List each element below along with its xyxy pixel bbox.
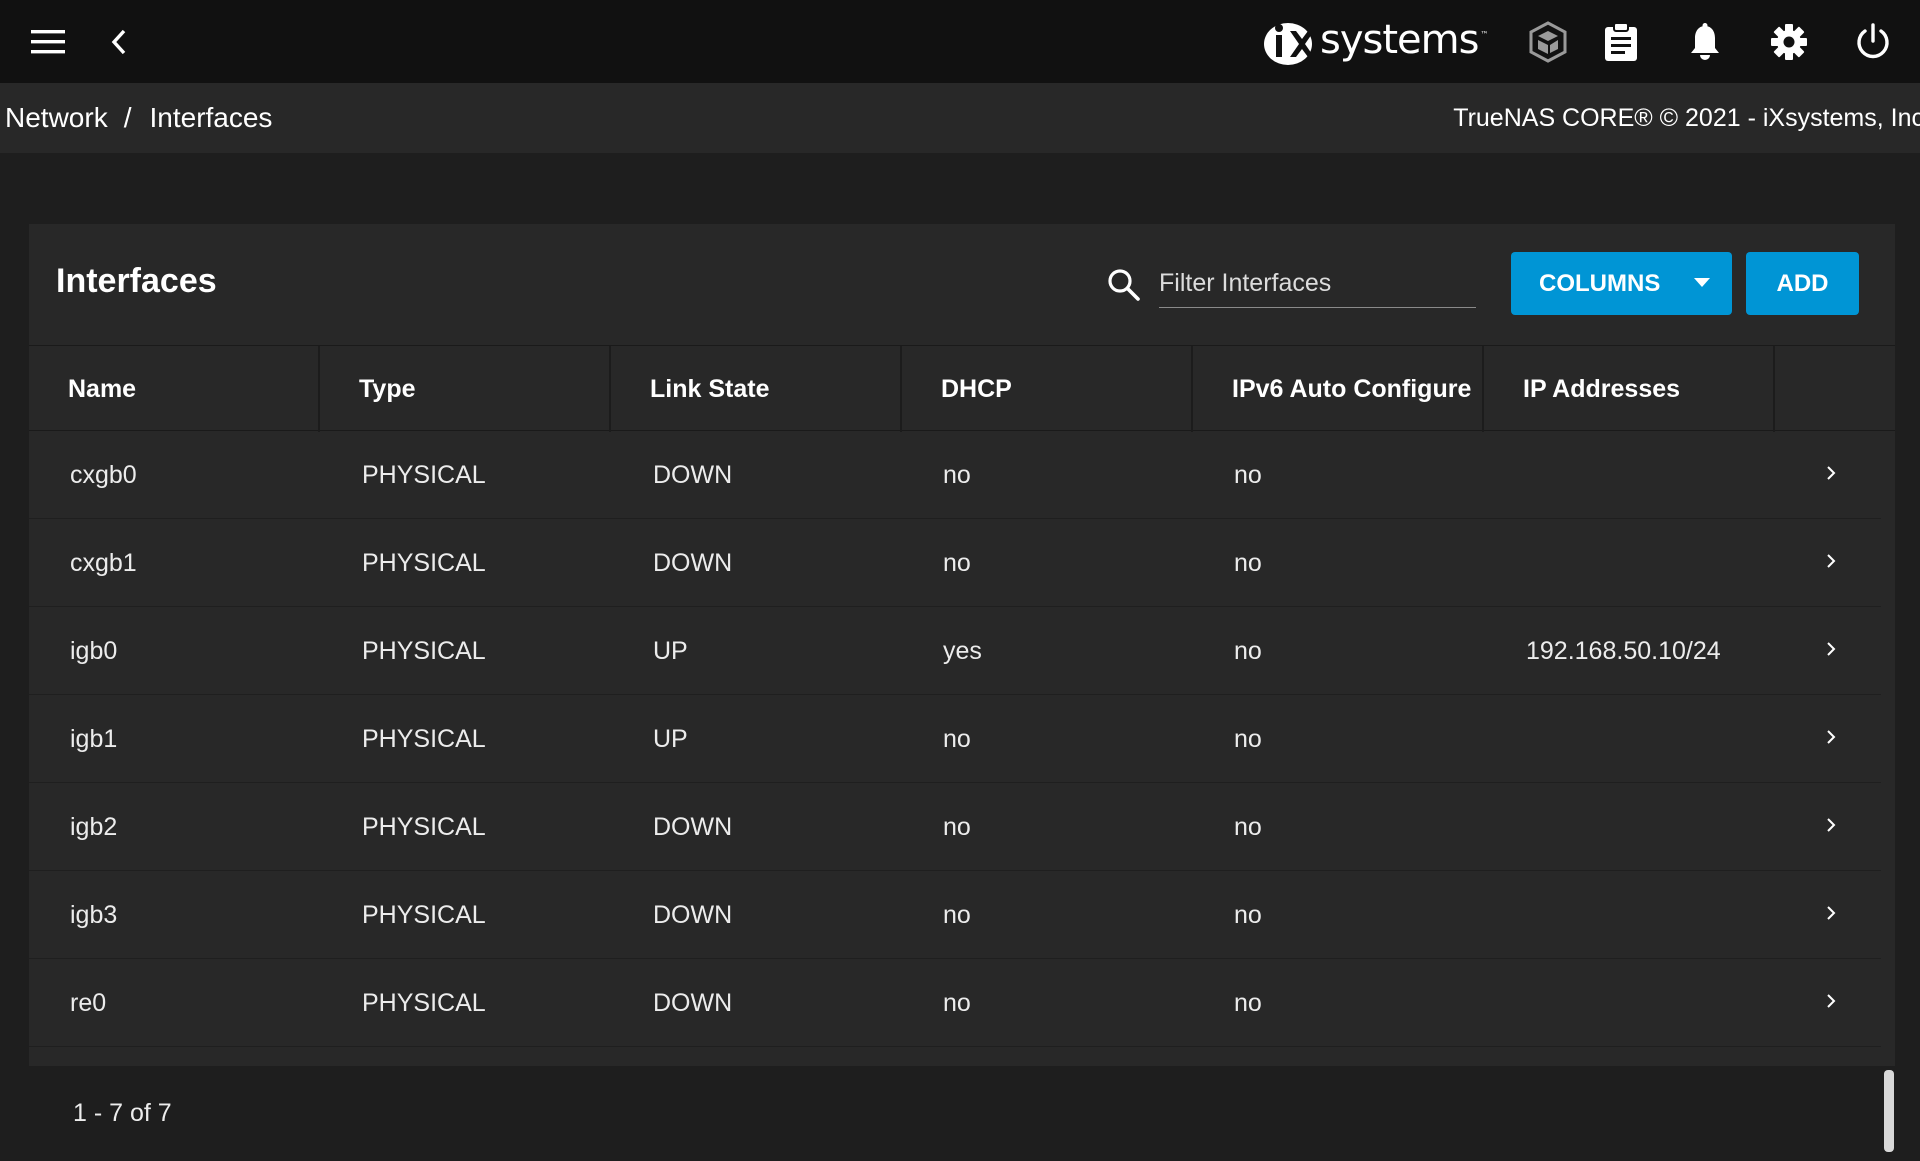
cell-type: PHYSICAL: [362, 988, 486, 1017]
gear-icon[interactable]: [1759, 12, 1819, 72]
table-row[interactable]: re0 PHYSICAL DOWN no no: [29, 959, 1881, 1047]
cell-name: cxgb1: [70, 548, 137, 577]
chevron-right-icon[interactable]: [1825, 905, 1837, 921]
table-row[interactable]: cxgb1 PHYSICAL DOWN no no: [29, 519, 1881, 607]
cell-dhcp: no: [943, 548, 971, 577]
cell-ipv6: no: [1234, 460, 1262, 489]
column-header-ipv6-auto-configure[interactable]: IPv6 Auto Configure: [1193, 346, 1484, 432]
cell-type: PHYSICAL: [362, 724, 486, 753]
column-header-type[interactable]: Type: [320, 346, 611, 432]
cell-type: PHYSICAL: [362, 636, 486, 665]
cell-dhcp: no: [943, 724, 971, 753]
top-toolbar: systems ™: [0, 0, 1920, 83]
column-header-link-state[interactable]: Link State: [611, 346, 902, 432]
columns-button-label: COLUMNS: [1539, 269, 1661, 297]
breadcrumb-network[interactable]: Network: [5, 102, 108, 134]
pagination-range: 1 - 7 of 7: [73, 1099, 172, 1127]
cell-dhcp: no: [943, 460, 971, 489]
cell-link-state: DOWN: [653, 460, 733, 489]
cell-link-state: DOWN: [653, 548, 733, 577]
cell-link-state: DOWN: [653, 812, 733, 841]
ix-logo-badge-icon: [1262, 17, 1320, 67]
table-row[interactable]: igb1 PHYSICAL UP no no: [29, 695, 1881, 783]
power-icon[interactable]: [1843, 12, 1903, 72]
cell-ipv6: no: [1234, 900, 1262, 929]
breadcrumb-interfaces: Interfaces: [149, 102, 273, 133]
cell-type: PHYSICAL: [362, 548, 486, 577]
caret-down-icon: [1694, 278, 1710, 287]
clipboard-icon[interactable]: [1591, 12, 1651, 72]
cell-dhcp: no: [943, 812, 971, 841]
page-title: Interfaces: [56, 262, 217, 300]
cell-name: igb1: [70, 724, 118, 753]
cell-type: PHYSICAL: [362, 812, 486, 841]
cell-dhcp: no: [943, 988, 971, 1017]
cell-ipv6: no: [1234, 636, 1262, 665]
cell-name: igb0: [70, 636, 118, 665]
cell-ipv6: no: [1234, 988, 1262, 1017]
cell-name: re0: [70, 988, 107, 1017]
scrollbar-thumb[interactable]: [1884, 1070, 1894, 1152]
filter-interfaces-input[interactable]: [1159, 260, 1476, 308]
table-header: Name Type Link State DHCP IPv6 Auto Conf…: [29, 345, 1895, 432]
cell-name: igb3: [70, 900, 118, 929]
cell-link-state: DOWN: [653, 988, 733, 1017]
column-header-dhcp[interactable]: DHCP: [902, 346, 1193, 432]
column-header-ip-addresses[interactable]: IP Addresses: [1484, 346, 1775, 432]
table-row[interactable]: igb2 PHYSICAL DOWN no no: [29, 783, 1881, 871]
cell-ipv6: no: [1234, 724, 1262, 753]
breadcrumb-bar: Network / Interfaces TrueNAS CORE® © 202…: [0, 83, 1920, 153]
breadcrumb: Network / Interfaces: [5, 83, 272, 153]
menu-icon[interactable]: [19, 12, 79, 72]
cell-link-state: UP: [653, 636, 688, 665]
chevron-right-icon[interactable]: [1825, 641, 1837, 657]
cell-dhcp: yes: [943, 636, 982, 665]
copyright-text: TrueNAS CORE® © 2021 - iXsystems, Inc: [1453, 103, 1920, 132]
interfaces-card: Interfaces COLUMNS ADD Name Type Link St…: [29, 224, 1895, 1161]
table-row[interactable]: igb3 PHYSICAL DOWN no no: [29, 871, 1881, 959]
chevron-right-icon[interactable]: [1825, 993, 1837, 1009]
breadcrumb-separator: /: [123, 102, 132, 133]
chevron-right-icon[interactable]: [1825, 465, 1837, 481]
ixsystems-logo: systems ™: [1262, 14, 1488, 70]
scrollbar[interactable]: [1881, 1066, 1895, 1161]
bell-icon[interactable]: [1675, 12, 1735, 72]
chevron-right-icon[interactable]: [1825, 817, 1837, 833]
table-body: cxgb0 PHYSICAL DOWN no no cxgb1 PHYSICAL…: [29, 431, 1881, 1047]
cell-name: cxgb0: [70, 460, 137, 489]
cell-dhcp: no: [943, 900, 971, 929]
add-button[interactable]: ADD: [1746, 252, 1859, 315]
search-icon: [1108, 269, 1140, 301]
table-footer: 1 - 7 of 7: [29, 1066, 1895, 1161]
chevron-right-icon[interactable]: [1825, 729, 1837, 745]
column-header-name[interactable]: Name: [29, 346, 320, 432]
chevron-left-icon[interactable]: [89, 12, 149, 72]
table-row[interactable]: cxgb0 PHYSICAL DOWN no no: [29, 431, 1881, 519]
cell-ipv6: no: [1234, 812, 1262, 841]
cell-name: igb2: [70, 812, 118, 841]
cell-link-state: DOWN: [653, 900, 733, 929]
table-row[interactable]: igb0 PHYSICAL UP yes no 192.168.50.10/24: [29, 607, 1881, 695]
cell-ip-addresses: 192.168.50.10/24: [1526, 636, 1721, 665]
cell-type: PHYSICAL: [362, 460, 486, 489]
cell-type: PHYSICAL: [362, 900, 486, 929]
logo-text: systems ™: [1320, 17, 1488, 63]
truecommand-icon[interactable]: [1518, 12, 1578, 72]
cell-link-state: UP: [653, 724, 688, 753]
cell-ipv6: no: [1234, 548, 1262, 577]
columns-button[interactable]: COLUMNS: [1511, 252, 1732, 315]
chevron-right-icon[interactable]: [1825, 553, 1837, 569]
